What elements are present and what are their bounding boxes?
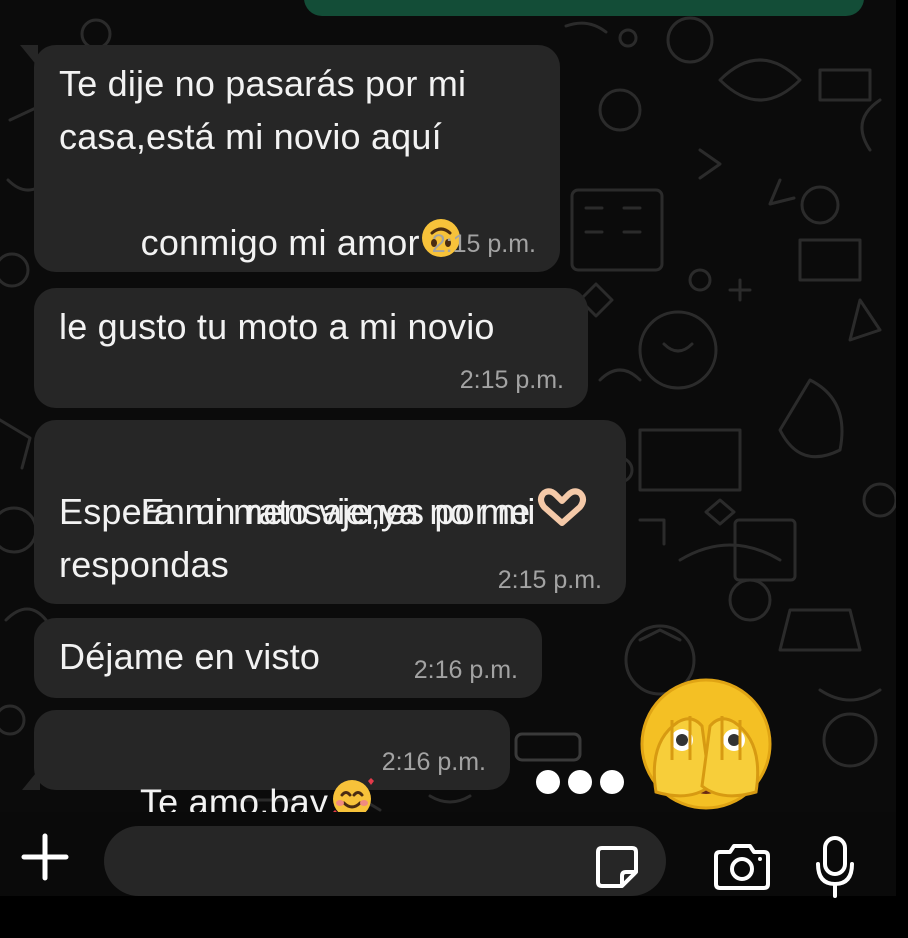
message-text-line: conmigo mi amor xyxy=(140,222,420,263)
plus-icon[interactable] xyxy=(20,832,70,882)
message-time-ampm: p.m. xyxy=(515,366,564,394)
message-time-ampm: p.m. xyxy=(437,748,486,776)
message-bubble[interactable]: le gusto tu moto a mi novio 2:15 p.m. xyxy=(34,288,588,408)
message-composer-bar xyxy=(0,812,896,898)
message-text-line: Déjame en visto xyxy=(59,636,321,677)
message-time: 2:15 xyxy=(431,230,481,258)
typing-dots-icon xyxy=(536,766,626,796)
face-with-hand-over-eyes-emoji-icon[interactable] xyxy=(636,674,776,814)
message-time-ampm: p.m. xyxy=(553,566,602,594)
message-time: 2:15 xyxy=(497,566,547,594)
message-time-ampm: p.m. xyxy=(487,230,536,258)
heart-hands-emoji-icon xyxy=(536,487,588,541)
message-text-line: respondas xyxy=(59,544,229,585)
message-bubble[interactable]: Déjame en visto 2:16 p.m. xyxy=(34,618,542,698)
message-time-ampm: p.m. xyxy=(469,656,518,684)
message-bubble[interactable]: Te amo,bay 2:16 p.m. xyxy=(34,710,510,823)
camera-icon[interactable] xyxy=(712,842,772,892)
chat-screen: Te dije no pasarás por mi casa,está mi n… xyxy=(0,0,908,938)
message-input[interactable] xyxy=(104,826,666,896)
message-time: 2:16 xyxy=(413,656,463,684)
message-time: 2:16 xyxy=(381,748,431,776)
outgoing-message-bubble-partial[interactable] xyxy=(304,0,864,16)
message-bubble[interactable]: Te dije no pasarás por mi casa,está mi n… xyxy=(34,45,560,272)
message-bubble[interactable]: En un rato vienes por mi Espera mi mensa… xyxy=(34,420,626,604)
chat-background: Te dije no pasarás por mi casa,está mi n… xyxy=(0,0,896,896)
sticker-icon[interactable] xyxy=(594,844,640,890)
message-text-line: le gusto tu moto a mi novio xyxy=(59,306,495,347)
microphone-icon[interactable] xyxy=(814,836,856,898)
bubble-tail xyxy=(22,768,40,790)
message-text-line: Te dije no pasarás por mi xyxy=(59,63,467,104)
message-time: 2:15 xyxy=(459,366,509,394)
message-text-line: casa,está mi novio aquí xyxy=(59,116,442,157)
bubble-tail xyxy=(20,45,38,67)
message-text-line: Espera mi mensaje,ya no me xyxy=(59,491,531,532)
